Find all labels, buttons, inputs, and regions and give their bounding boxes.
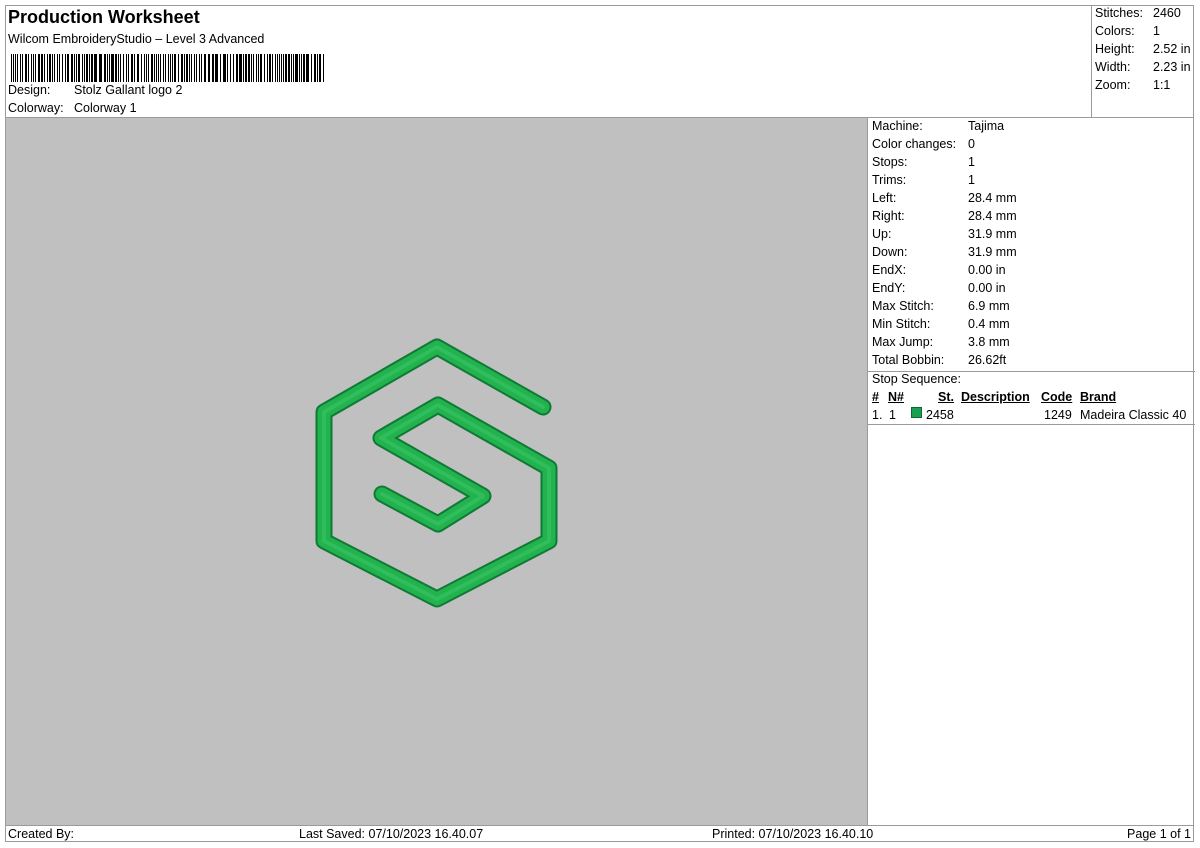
height-value: 2.52 in <box>1153 42 1191 56</box>
info-row-endx: EndX: 0.00 in <box>872 263 1006 277</box>
col-header-stitches: St. <box>938 390 954 404</box>
stop-sequence-title: Stop Sequence: <box>872 372 961 386</box>
info-value: 28.4 mm <box>968 209 1017 223</box>
col-header-num: # <box>872 390 879 404</box>
stitches-value: 2460 <box>1153 6 1181 20</box>
info-value: 1 <box>968 173 975 187</box>
info-value: 0.00 in <box>968 263 1006 277</box>
info-value: 6.9 mm <box>968 299 1010 313</box>
stitches-label: Stitches: <box>1095 6 1143 20</box>
info-row-machine: Machine: Tajima <box>872 119 1004 133</box>
info-value: 0.4 mm <box>968 317 1010 331</box>
worksheet-header: Production Worksheet Wilcom EmbroiderySt… <box>5 5 1092 118</box>
col-header-needle: N# <box>888 390 904 404</box>
info-row-right: Right: 28.4 mm <box>872 209 1017 223</box>
sequence-divider <box>868 424 1195 425</box>
info-panel: Machine: Tajima Color changes: 0 Stops: 1 T… <box>867 118 1195 825</box>
stats-box: Stitches: 2460 Colors: 1 Height: 2.52 in Wi… <box>1091 5 1195 118</box>
height-row: Height: 2.52 in <box>1095 42 1191 56</box>
colorway-value: Colorway 1 <box>74 101 137 115</box>
info-value: 31.9 mm <box>968 227 1017 241</box>
info-row-max-stitch: Max Stitch: 6.9 mm <box>872 299 1010 313</box>
info-label: Stops: <box>872 155 908 169</box>
design-preview-canvas <box>6 118 867 825</box>
info-row-trims: Trims: 1 <box>872 173 975 187</box>
info-value: 28.4 mm <box>968 191 1017 205</box>
info-label: Max Jump: <box>872 335 934 349</box>
info-label: Total Bobbin: <box>872 353 945 367</box>
zoom-value: 1:1 <box>1153 78 1171 92</box>
barcode <box>11 54 324 82</box>
info-label: EndX: <box>872 263 907 277</box>
info-label: Right: <box>872 209 905 223</box>
info-label: EndY: <box>872 281 906 295</box>
width-row: Width: 2.23 in <box>1095 60 1191 74</box>
info-row-min-stitch: Min Stitch: 0.4 mm <box>872 317 1010 331</box>
info-value: 26.62ft <box>968 353 1007 367</box>
col-header-code: Code <box>1041 390 1073 404</box>
design-row: Design: Stolz Gallant logo 2 <box>8 83 182 97</box>
info-value: 1 <box>968 155 975 169</box>
info-label: Min Stitch: <box>872 317 931 331</box>
height-label: Height: <box>1095 42 1135 56</box>
page-title: Production Worksheet <box>8 7 200 27</box>
design-value: Stolz Gallant logo 2 <box>74 83 183 97</box>
colors-row: Colors: 1 <box>1095 24 1160 38</box>
info-row-endy: EndY: 0.00 in <box>872 281 1006 295</box>
info-value: 0.00 in <box>968 281 1006 295</box>
stitches-row: Stitches: 2460 <box>1095 6 1181 20</box>
info-value: 31.9 mm <box>968 245 1017 259</box>
page-number: Page 1 of 1 <box>1127 827 1191 841</box>
thread-color-swatch <box>911 407 922 418</box>
info-label: Max Stitch: <box>872 299 934 313</box>
col-header-brand: Brand <box>1080 390 1117 404</box>
worksheet-footer: Created By: Last Saved: 07/10/2023 16.40… <box>5 825 1194 843</box>
info-row-max-jump: Max Jump: 3.8 mm <box>872 335 1010 349</box>
info-row-down: Down: 31.9 mm <box>872 245 1017 259</box>
info-label: Machine: <box>872 119 923 133</box>
width-label: Width: <box>1095 60 1131 74</box>
info-row-stops: Stops: 1 <box>872 155 975 169</box>
stop-row-brand: Madeira Classic 40 <box>1080 408 1187 422</box>
info-label: Trims: <box>872 173 907 187</box>
colors-value: 1 <box>1153 24 1160 38</box>
stop-row-stitches: 2458 <box>926 408 954 422</box>
info-row-left: Left: 28.4 mm <box>872 191 1017 205</box>
info-value: Tajima <box>968 119 1005 133</box>
stop-row-code: 1249 <box>1044 408 1072 422</box>
col-header-description: Description <box>961 390 1030 404</box>
zoom-row: Zoom: 1:1 <box>1095 78 1170 92</box>
software-subtitle: Wilcom EmbroideryStudio – Level 3 Advanc… <box>8 32 265 46</box>
created-by: Created By: <box>8 827 75 841</box>
info-label: Left: <box>872 191 897 205</box>
colorway-row: Colorway: Colorway 1 <box>8 101 137 115</box>
design-label: Design: <box>8 83 51 97</box>
info-label: Color changes: <box>872 137 957 151</box>
info-row-up: Up: 31.9 mm <box>872 227 1017 241</box>
stop-row-needle: 1 <box>889 408 896 422</box>
zoom-label: Zoom: <box>1095 78 1131 92</box>
colors-label: Colors: <box>1095 24 1135 38</box>
info-row-color-changes: Color changes: 0 <box>872 137 975 151</box>
info-value: 0 <box>968 137 975 151</box>
info-value: 3.8 mm <box>968 335 1010 349</box>
printed-date: Printed: 07/10/2023 16.40.10 <box>712 827 874 841</box>
info-label: Down: <box>872 245 908 259</box>
width-value: 2.23 in <box>1153 60 1191 74</box>
colorway-label: Colorway: <box>8 101 64 115</box>
last-saved: Last Saved: 07/10/2023 16.40.07 <box>299 827 484 841</box>
embroidery-logo <box>315 338 558 608</box>
info-label: Up: <box>872 227 892 241</box>
info-row-total-bobbin: Total Bobbin: 26.62ft <box>872 353 1006 367</box>
stop-row-num: 1. <box>872 408 883 422</box>
